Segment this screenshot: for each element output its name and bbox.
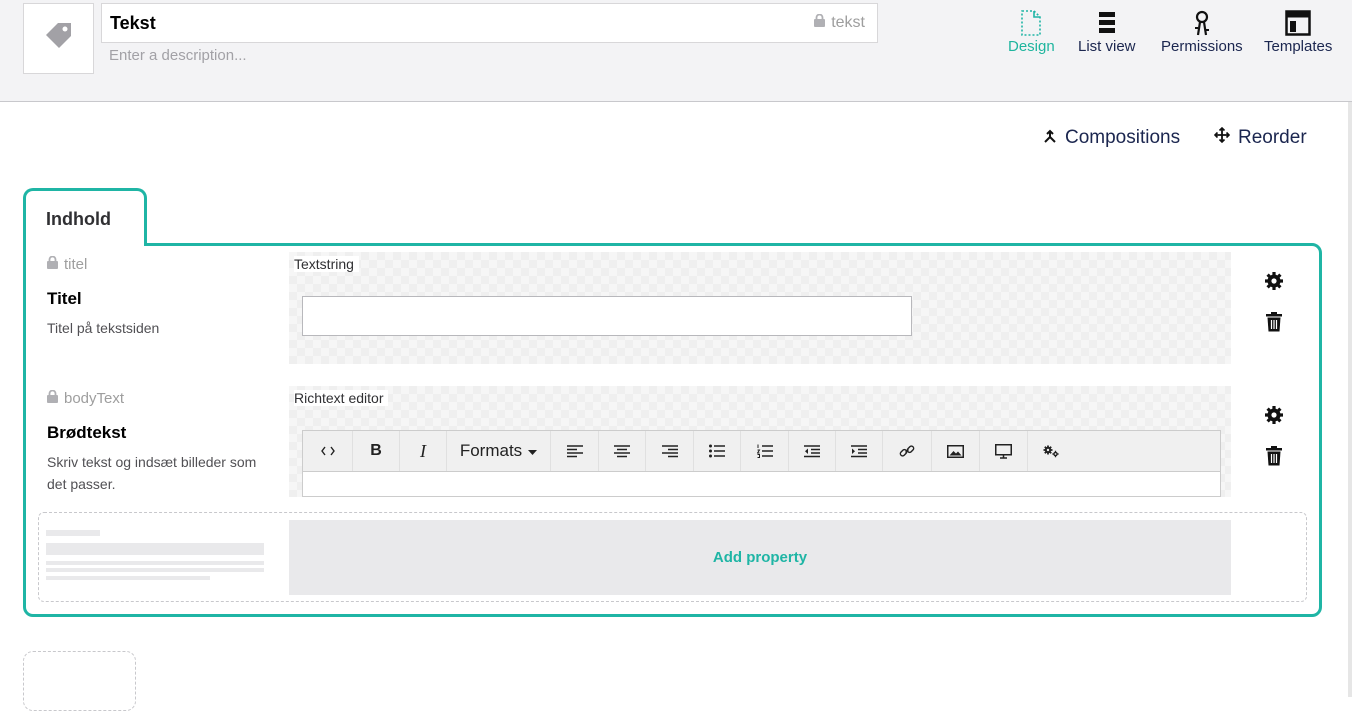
compositions-label: Compositions [1065,127,1181,148]
property-label[interactable]: Titel [47,289,82,309]
property-alias-bodytext[interactable]: bodyText [47,389,125,407]
tab-label[interactable]: Indhold [46,209,111,230]
property-alias-text: titel [64,256,88,273]
property-alias-text: bodyText [64,390,125,407]
link-icon [883,431,932,471]
add-group-button[interactable] [23,651,136,711]
caret-down-icon [528,441,538,461]
placeholder-line [46,568,264,572]
reorder-button[interactable]: Reorder [1213,126,1307,149]
placeholder-line [46,543,264,555]
code-icon [303,431,353,471]
nav-permissions[interactable]: Permissions [1161,8,1243,55]
indent-icon [836,431,883,471]
placeholder-line [46,576,210,580]
add-property-label: Add property [712,549,808,566]
bold-icon: B [353,431,400,471]
macro-icon [1028,431,1075,471]
rte-toolbar: B I Formats [303,431,1220,472]
italic-icon: I [400,431,447,471]
placeholder-line [46,561,264,565]
design-icon [1021,8,1042,38]
property-settings-button[interactable] [1263,405,1285,430]
property-settings-button[interactable] [1263,271,1285,296]
bullet-list-icon [694,431,741,471]
content-type-header: Tekst tekst Enter a description... Desig… [0,0,1352,102]
property-description[interactable]: Skriv tekst og indsæt billeder som det p… [47,451,257,495]
textstring-preview-input [302,296,912,336]
formats-dropdown: Formats [447,431,551,471]
property-editor-name: Richtext editor [294,390,389,406]
nav-design[interactable]: Design [1008,8,1055,55]
embed-icon [980,431,1028,471]
lock-icon[interactable] [47,255,58,273]
placeholder-line [46,530,100,536]
name-value[interactable]: Tekst [110,4,156,42]
trash-icon [1266,311,1282,337]
nav-templates[interactable]: Templates [1264,8,1332,55]
trash-icon [1266,445,1282,471]
content-type-icon-picker[interactable] [23,3,94,74]
align-right-icon [646,431,694,471]
permissions-icon [1192,8,1212,38]
compositions-button[interactable]: Compositions [1043,127,1180,149]
description-field[interactable]: Enter a description... [109,47,247,64]
nav-design-label: Design [1008,38,1055,55]
add-property-button[interactable]: Add property [289,520,1231,595]
align-left-icon [551,431,599,471]
gear-icon [1264,405,1284,430]
nav-list-view[interactable]: List view [1078,8,1136,55]
property-label[interactable]: Brødtekst [47,423,126,443]
nav-templates-label: Templates [1264,38,1333,55]
nav-permissions-label: Permissions [1161,38,1243,55]
list-view-icon [1098,8,1116,38]
property-alias-titel[interactable]: titel [47,255,88,273]
image-icon [932,431,980,471]
align-center-icon [599,431,646,471]
lock-icon[interactable] [814,4,826,42]
property-delete-button[interactable] [1263,445,1285,471]
numbered-list-icon [741,431,789,471]
scrollbar[interactable] [1348,102,1352,697]
tag-icon [42,19,76,58]
nav-list-view-label: List view [1078,38,1136,55]
richtext-preview: B I Formats [302,430,1221,497]
templates-icon [1285,8,1311,38]
formats-label: Formats [459,441,523,460]
reorder-label: Reorder [1238,127,1307,148]
compositions-icon [1043,127,1057,149]
alias-field[interactable]: tekst [814,4,865,42]
tab-indhold[interactable]: Indhold [23,188,147,246]
lock-icon[interactable] [47,389,58,407]
name-field[interactable]: Tekst tekst [101,3,878,43]
alias-value: tekst [831,14,865,31]
property-editor-name: Textstring [294,256,359,272]
property-description[interactable]: Titel på tekstsiden [47,317,257,339]
move-icon [1213,126,1231,149]
gear-icon [1264,271,1284,296]
outdent-icon [789,431,836,471]
property-delete-button[interactable] [1263,311,1285,337]
